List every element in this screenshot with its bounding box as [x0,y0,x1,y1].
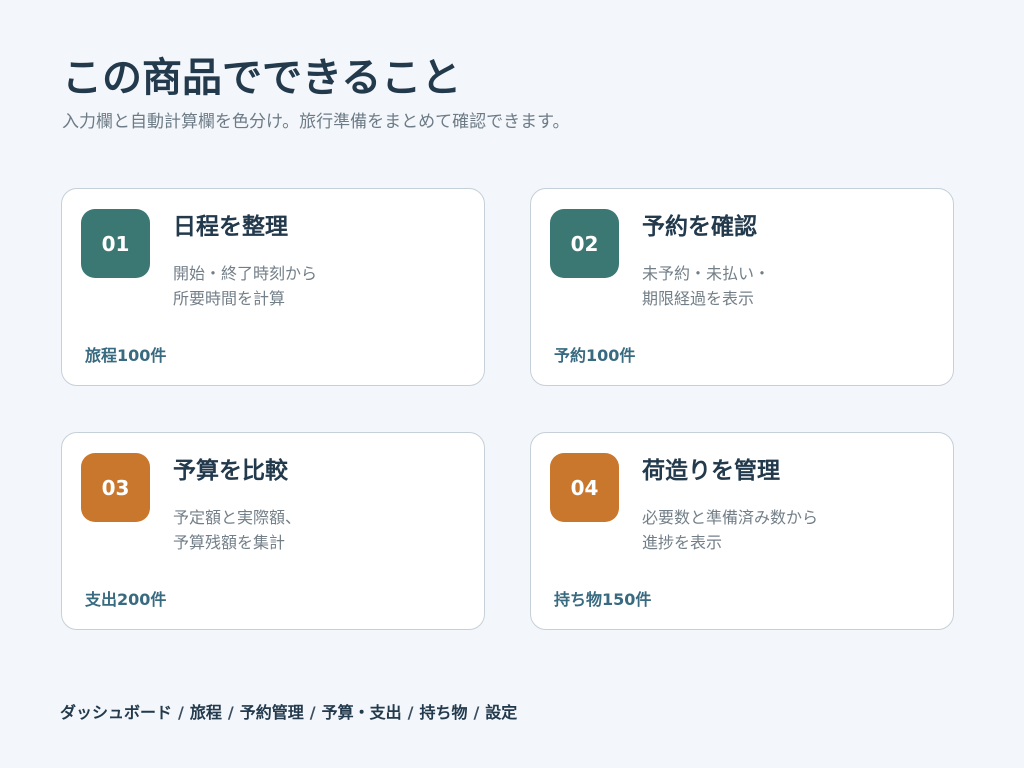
card-title: 日程を整理 [173,214,288,240]
breadcrumb-separator: / [473,703,480,722]
breadcrumb: ダッシュボード / 旅程 / 予約管理 / 予算・支出 / 持ち物 / 設定 [60,701,517,725]
breadcrumb-item-budget[interactable]: 予算・支出 [322,703,402,722]
card-number-badge: 01 [81,209,150,278]
breadcrumb-separator: / [309,703,316,722]
card-description-line: 予定額と実際額、 [173,508,302,527]
card-title: 荷造りを管理 [642,458,780,484]
feature-card-budget: 03 予算を比較 予定額と実際額、 予算残額を集計 支出200件 [61,432,485,630]
page-title: この商品でできること [62,55,462,101]
feature-card-reservation: 02 予約を確認 未予約・未払い・ 期限経過を表示 予約100件 [530,188,954,386]
breadcrumb-item-reservations[interactable]: 予約管理 [240,703,304,722]
card-description-line: 所要時間を計算 [173,289,286,308]
card-description-line: 期限経過を表示 [642,289,755,308]
card-description-line: 開始・終了時刻から [173,264,318,283]
feature-card-packing: 04 荷造りを管理 必要数と準備済み数から 進捗を表示 持ち物150件 [530,432,954,630]
card-description-line: 必要数と準備済み数から [642,508,819,527]
breadcrumb-item-dashboard[interactable]: ダッシュボード [60,703,172,722]
card-number-badge: 03 [81,453,150,522]
card-number-badge: 04 [550,453,619,522]
breadcrumb-item-packing[interactable]: 持ち物 [419,703,467,722]
card-description: 必要数と準備済み数から 進捗を表示 [642,505,818,555]
card-stat: 旅程100件 [85,346,167,365]
breadcrumb-separator: / [178,703,184,722]
breadcrumb-item-itinerary[interactable]: 旅程 [190,703,222,722]
card-description: 予定額と実際額、 予算残額を集計 [173,505,301,555]
card-number-badge: 02 [550,209,619,278]
breadcrumb-item-settings[interactable]: 設定 [485,703,517,722]
card-description-line: 進捗を表示 [642,533,723,552]
card-title: 予算を比較 [173,458,288,484]
breadcrumb-separator: / [227,703,234,722]
card-description-line: 未予約・未払い・ [642,264,771,283]
card-stat: 予約100件 [554,346,636,365]
feature-card-schedule: 01 日程を整理 開始・終了時刻から 所要時間を計算 旅程100件 [61,188,485,386]
card-stat: 支出200件 [85,590,167,609]
breadcrumb-separator: / [407,703,414,722]
card-stat: 持ち物150件 [554,590,652,609]
card-title: 予約を確認 [642,214,757,240]
card-description: 未予約・未払い・ 期限経過を表示 [642,261,770,311]
card-description: 開始・終了時刻から 所要時間を計算 [173,261,317,311]
page-subtitle: 入力欄と自動計算欄を色分け。旅行準備をまとめて確認できます。 [62,112,570,132]
card-description-line: 予算残額を集計 [173,533,286,552]
